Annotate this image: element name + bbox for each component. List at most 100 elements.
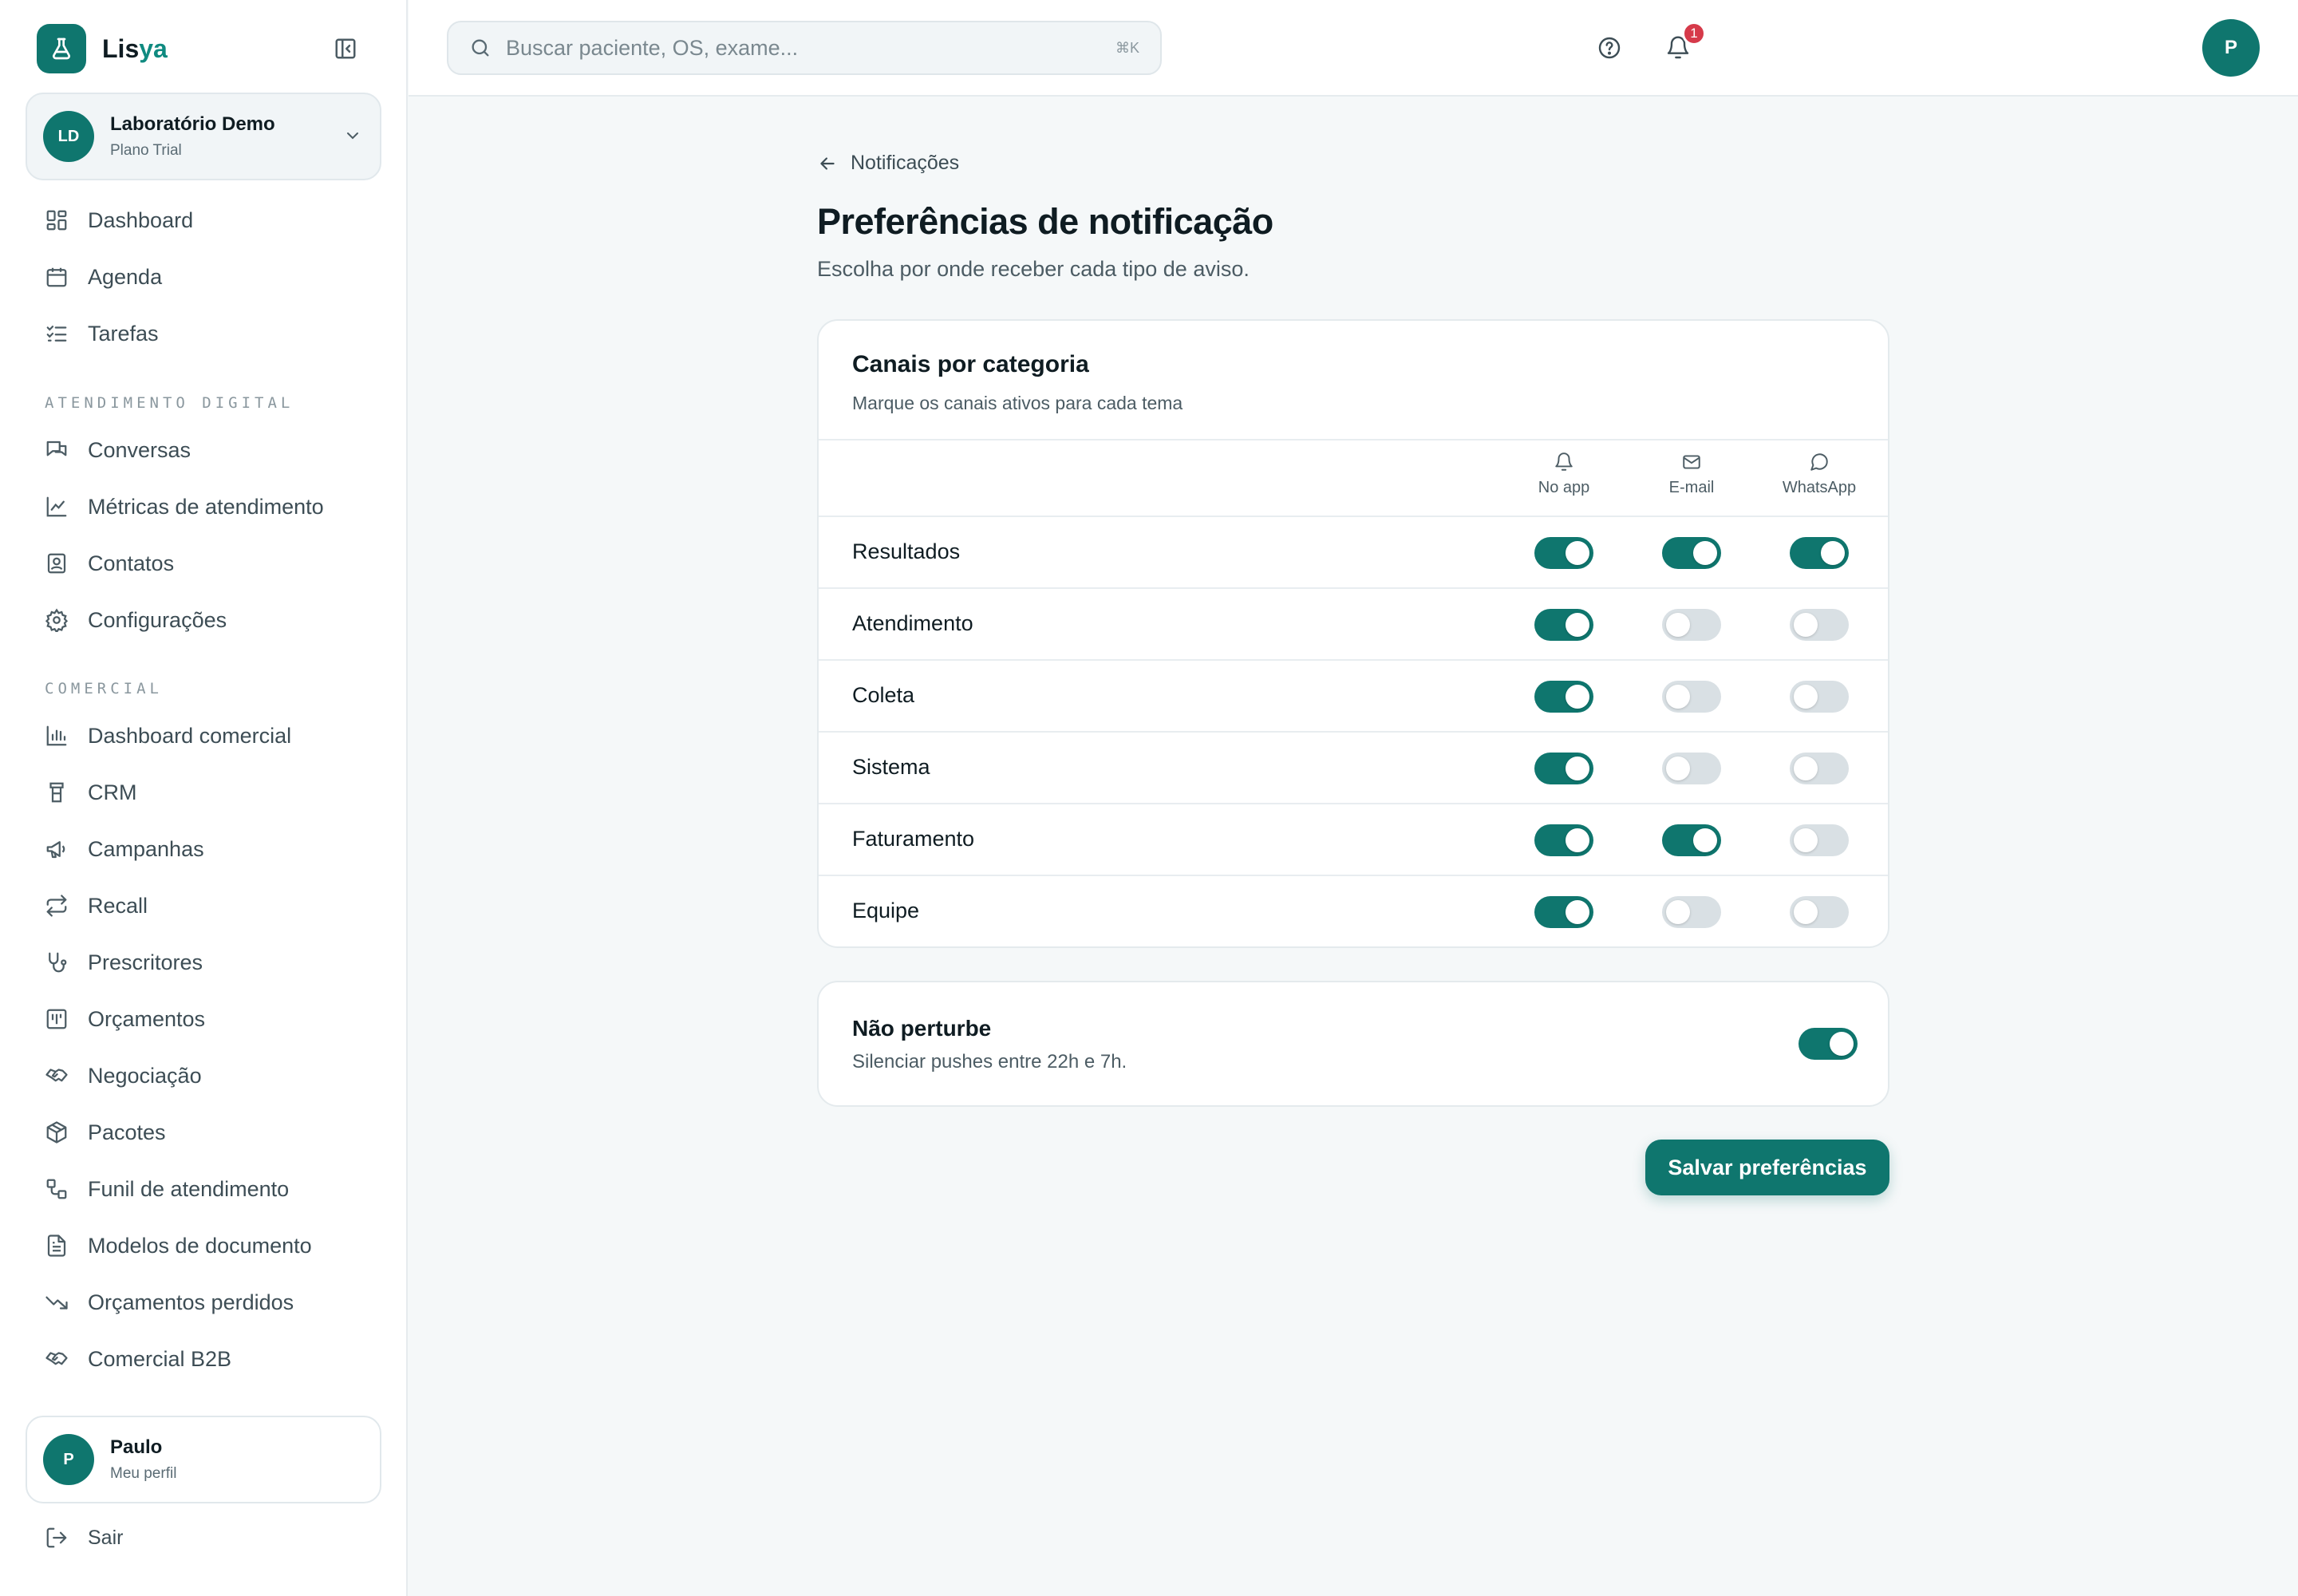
gear-icon: [45, 608, 69, 632]
page-title: Preferências de notificação: [817, 201, 1273, 242]
package-icon: [46, 1121, 67, 1144]
back-link[interactable]: Notificações: [817, 152, 959, 175]
sidebar-item-configuracoes[interactable]: Configurações: [26, 597, 381, 643]
sidebar-item-prescritores[interactable]: Prescritores: [26, 939, 381, 986]
toggle-email[interactable]: [1662, 896, 1721, 928]
toggle-app[interactable]: [1534, 824, 1593, 856]
sidebar-item-recall[interactable]: Recall: [26, 883, 381, 929]
toggle-email[interactable]: [1662, 609, 1721, 641]
sidebar-item-label: Orçamentos: [88, 1006, 206, 1031]
brand[interactable]: Lisya: [37, 24, 168, 73]
sidebar-item-contatos[interactable]: Contatos: [26, 540, 381, 587]
megaphone-icon: [46, 841, 65, 859]
sidebar-item-label: Comercial B2B: [88, 1346, 232, 1371]
toggle-whatsapp[interactable]: [1790, 681, 1849, 713]
search-input[interactable]: [506, 35, 1064, 61]
category-name: Resultados: [852, 539, 961, 563]
nav-main: Dashboard Agenda Tarefas: [26, 197, 381, 357]
help-icon[interactable]: [1589, 28, 1629, 68]
search-icon: [472, 39, 489, 57]
dnd-description: Silenciar pushes entre 22h e 7h.: [852, 1051, 1127, 1073]
sidebar-item-campanhas[interactable]: Campanhas: [26, 826, 381, 872]
sidebar-item-metricas[interactable]: Métricas de atendimento: [26, 484, 381, 530]
toggle-email[interactable]: [1662, 753, 1721, 784]
user-name: Paulo: [110, 1436, 163, 1458]
mail-icon: [1683, 455, 1700, 469]
toggle-app[interactable]: [1534, 753, 1593, 784]
save-preferences-button[interactable]: Salvar preferências: [1645, 1140, 1889, 1195]
brand-name: Lisya: [102, 34, 168, 63]
sidebar-item-funil[interactable]: Funil de atendimento: [26, 1166, 381, 1212]
notifications-button[interactable]: 1: [1658, 22, 1706, 68]
sidebar-item-orcamentos-perdidos[interactable]: Orçamentos perdidos: [26, 1279, 381, 1325]
sidebar-item-dashboard-comercial[interactable]: Dashboard comercial: [26, 713, 381, 759]
repeat-icon: [46, 895, 67, 917]
flask-icon: [37, 24, 86, 73]
avatar[interactable]: P: [2202, 19, 2260, 77]
sidebar-item-label: Métricas de atendimento: [88, 494, 324, 519]
toggle-app[interactable]: [1534, 537, 1593, 569]
sidebar-item-label: Configurações: [88, 607, 227, 632]
org-switcher[interactable]: LD Laboratório Demo Plano Trial: [26, 93, 381, 180]
toggle-whatsapp[interactable]: [1790, 753, 1849, 784]
toggle-do-not-disturb[interactable]: [1799, 1028, 1858, 1060]
toggle-whatsapp[interactable]: [1790, 824, 1849, 856]
table-row: Coleta: [819, 661, 1888, 733]
toggle-email[interactable]: [1662, 681, 1721, 713]
table-row: Equipe: [819, 876, 1888, 948]
sidebar-item-tarefas[interactable]: Tarefas: [26, 310, 381, 357]
sidebar-item-label: Pacotes: [88, 1120, 166, 1144]
sidebar-item-label: Tarefas: [88, 321, 159, 346]
toggle-whatsapp[interactable]: [1790, 896, 1849, 928]
table-row: Atendimento: [819, 589, 1888, 661]
nav-comercial: Dashboard comercial CRM Campanhas Recall…: [26, 713, 381, 1382]
sidebar-item-negociacao[interactable]: Negociação: [26, 1053, 381, 1099]
sidebar-item-label: Contatos: [88, 551, 175, 575]
sidebar-item-label: Dashboard comercial: [88, 723, 292, 748]
table-row: Resultados: [819, 517, 1888, 589]
search-box[interactable]: ⌘K: [447, 21, 1162, 75]
org-name: Laboratório Demo: [110, 113, 275, 135]
channels-card: Canais por categoria Marque os canais at…: [817, 319, 1889, 948]
toggle-whatsapp[interactable]: [1790, 537, 1849, 569]
user-subtitle: Meu perfil: [110, 1465, 177, 1482]
channels-card-description: Marque os canais ativos para cada tema: [852, 393, 1183, 413]
toggle-app[interactable]: [1534, 681, 1593, 713]
logout-button[interactable]: Sair: [45, 1526, 123, 1550]
sidebar-item-label: Campanhas: [88, 836, 204, 861]
toggle-app[interactable]: [1534, 609, 1593, 641]
sidebar-item-label: Funil de atendimento: [88, 1176, 290, 1201]
sidebar-item-dashboard[interactable]: Dashboard: [26, 197, 381, 243]
workflow-icon: [46, 1179, 67, 1199]
sidebar-item-pacotes[interactable]: Pacotes: [26, 1109, 381, 1156]
org-plan: Plano Trial: [110, 142, 182, 159]
calendar-icon: [46, 267, 67, 287]
sidebar-item-conversas[interactable]: Conversas: [26, 427, 381, 473]
sidebar-item-orcamentos[interactable]: Orçamentos: [26, 996, 381, 1042]
sidebar-item-comercial-b2b[interactable]: Comercial B2B: [26, 1336, 381, 1382]
stethoscope-icon: [49, 952, 67, 973]
toggle-email[interactable]: [1662, 824, 1721, 856]
sidebar-item-crm[interactable]: CRM: [26, 769, 381, 816]
logout-label: Sair: [88, 1526, 124, 1549]
column-header-app: No app: [1500, 452, 1628, 497]
toggle-email[interactable]: [1662, 537, 1721, 569]
category-name: Equipe: [852, 899, 920, 922]
sidebar-collapse-icon[interactable]: [332, 35, 359, 62]
toggle-whatsapp[interactable]: [1790, 609, 1849, 641]
handshake-icon: [45, 1069, 68, 1082]
user-profile-card[interactable]: P Paulo Meu perfil: [26, 1416, 381, 1503]
arrow-left-icon: [820, 156, 835, 170]
sidebar-item-modelos[interactable]: Modelos de documento: [26, 1223, 381, 1269]
sidebar: Lisya LD Laboratório Demo Plano Trial Da…: [0, 0, 408, 1596]
section-title-digital: ATENDIMENTO DIGITAL: [45, 394, 294, 412]
handshake-icon: [45, 1352, 68, 1365]
sidebar-item-label: CRM: [88, 780, 137, 804]
back-link-label: Notificações: [851, 152, 960, 174]
bar-chart-icon: [46, 725, 67, 746]
channels-column-headers: No app E-mail WhatsApp: [819, 440, 1888, 517]
topbar: ⌘K 1 P: [409, 0, 2298, 97]
dashboard-icon: [46, 210, 67, 231]
toggle-app[interactable]: [1534, 896, 1593, 928]
sidebar-item-agenda[interactable]: Agenda: [26, 254, 381, 300]
